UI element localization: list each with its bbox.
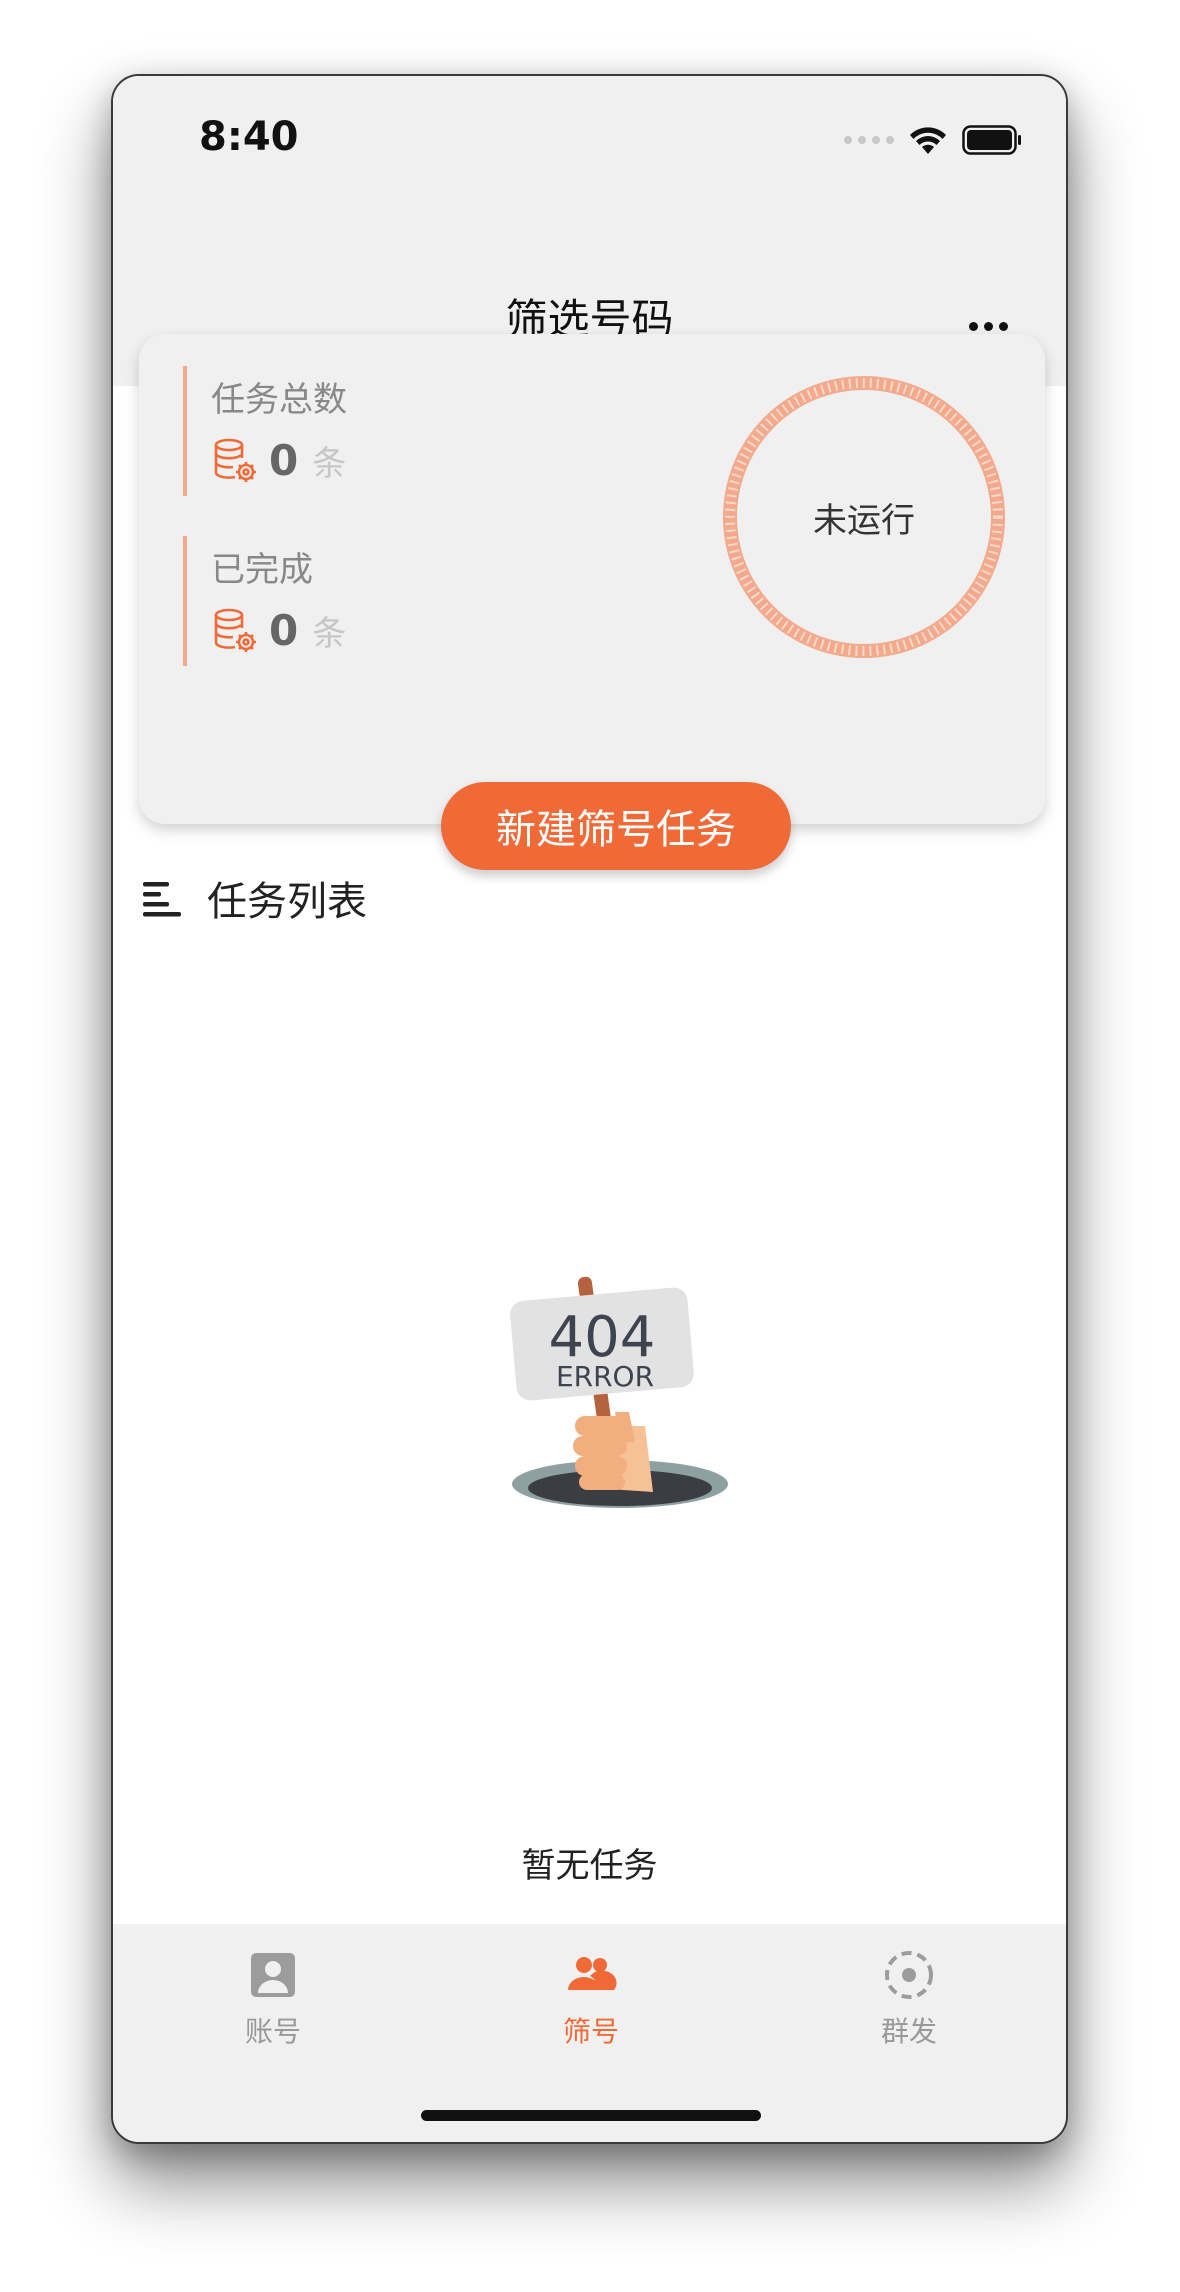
- empty-404-illustration: 404 ERROR: [510, 1276, 728, 1508]
- tab-filter-label: 筛号: [562, 2015, 619, 2048]
- task-list-header: 任务列表: [141, 868, 367, 928]
- total-tasks-unit: 条: [312, 443, 347, 484]
- completed-label: 已完成: [211, 550, 313, 590]
- total-tasks-value: 0: [269, 435, 299, 485]
- status-icons: [844, 120, 1022, 160]
- tab-filter[interactable]: 筛号: [491, 1948, 691, 2050]
- tab-broadcast-label: 群发: [880, 2015, 937, 2048]
- account-icon: [251, 1953, 295, 1997]
- database-settings-icon: [214, 438, 256, 482]
- tab-account[interactable]: 账号: [173, 1948, 373, 2050]
- battery-icon: [962, 125, 1021, 155]
- new-task-button[interactable]: 新建筛号任务: [441, 782, 791, 870]
- completed-value: 0: [269, 605, 299, 655]
- wifi-icon: [910, 127, 946, 154]
- phone-frame: 8:40 筛选号码 任务总数 0 条 已完成 0 条 未运行 新建筛号任务 任务…: [111, 74, 1068, 2144]
- home-indicator[interactable]: [421, 2110, 761, 2121]
- error-word-text: ERROR: [556, 1360, 654, 1393]
- completed-unit: 条: [312, 613, 347, 654]
- status-bar: 8:40: [113, 76, 1066, 236]
- signal-icon: [844, 136, 894, 144]
- more-icon[interactable]: [969, 322, 1008, 331]
- list-icon: [143, 882, 181, 917]
- run-status-text: 未运行: [813, 500, 915, 541]
- tab-account-label: 账号: [244, 2015, 301, 2048]
- empty-state-text: 暂无任务: [521, 1846, 658, 1886]
- total-tasks-stat: 任务总数 0 条: [183, 366, 483, 496]
- broadcast-icon: [885, 1951, 933, 1999]
- completed-stat: 已完成 0 条: [183, 536, 483, 666]
- task-list-title: 任务列表: [207, 879, 367, 925]
- total-tasks-label: 任务总数: [211, 380, 347, 420]
- tab-broadcast[interactable]: 群发: [809, 1948, 1009, 2050]
- database-settings-icon: [214, 608, 256, 652]
- status-time: 8:40: [199, 114, 299, 160]
- tab-bar: 账号 筛号 群发: [113, 1924, 1066, 2142]
- users-icon: [568, 1957, 617, 1990]
- summary-card: 任务总数 0 条 已完成 0 条 未运行 新建筛号任务: [139, 334, 1045, 870]
